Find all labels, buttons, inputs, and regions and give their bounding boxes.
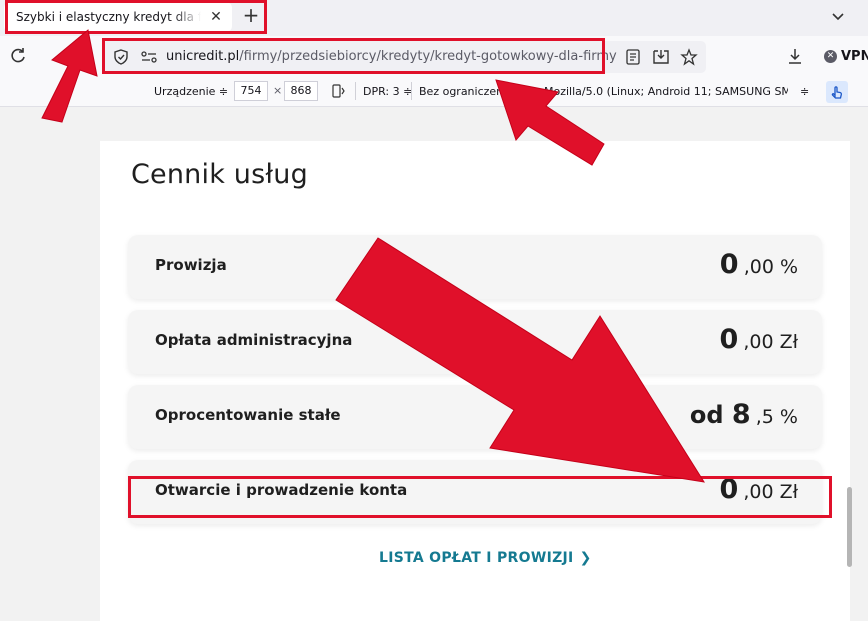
tab-arrow xyxy=(41,29,98,123)
url-arrow xyxy=(495,79,605,166)
row-arrow xyxy=(335,237,706,483)
annotation-arrows xyxy=(41,29,706,483)
